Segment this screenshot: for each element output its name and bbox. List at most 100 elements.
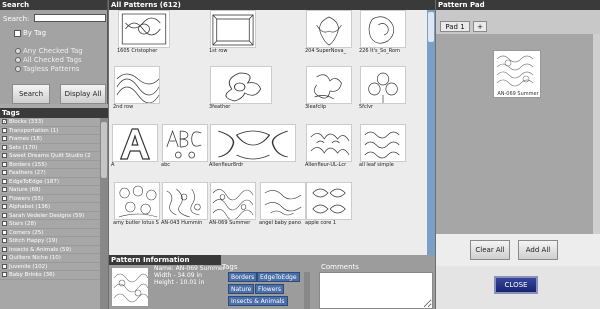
tag-item[interactable]: Nature (68): [0, 186, 100, 195]
pattern-thumbnail-caption: amy butler lotus S: [113, 220, 159, 226]
tag-item[interactable]: Borders (155): [0, 161, 100, 169]
tag-item[interactable]: Stars (28): [0, 220, 100, 229]
radio-any-checked-tag[interactable]: Any Checked Tag: [15, 47, 83, 55]
clear-all-button[interactable]: Clear All: [470, 240, 510, 260]
tag-checkbox[interactable]: [2, 195, 7, 201]
tag-item[interactable]: ✓ Blocks (333): [0, 118, 100, 127]
tag-checkbox[interactable]: ✓: [2, 119, 7, 125]
radio-tagless-patterns[interactable]: Tagless Patterns: [15, 65, 79, 73]
tag-item[interactable]: Stitch Happy (19): [0, 237, 100, 246]
tag-item[interactable]: Baby Brinks (36): [0, 271, 100, 280]
pattern-thumbnail[interactable]: 2nd row: [113, 66, 161, 110]
tag-pill-insects-animals[interactable]: Insects & Animals: [228, 296, 288, 306]
display-all-button[interactable]: Display All: [60, 84, 106, 104]
tag-checkbox[interactable]: [2, 272, 7, 277]
info-tag-pills: Borders EdgeToEdge Nature Flowers Insect…: [226, 272, 301, 309]
pattern-thumbnail[interactable]: apple core 1: [305, 182, 353, 226]
tag-item[interactable]: Flowers (55): [0, 195, 100, 203]
close-area: CLOSE: [436, 266, 600, 309]
pattern-thumbnail[interactable]: Allenfleur-UL-Lcr: [305, 124, 353, 168]
tag-label: Borders (155): [9, 161, 47, 168]
pad-pattern-item[interactable]: AN-069 Summer: [493, 50, 541, 98]
radio-icon[interactable]: [15, 66, 21, 72]
radio-all-checked-tags[interactable]: All Checked Tags: [15, 56, 82, 64]
pattern-thumbnail[interactable]: AN-069 Summer: [209, 182, 257, 226]
tag-item[interactable]: Sarah Vedeler Designs (59): [0, 212, 100, 220]
tag-pill-flowers[interactable]: Flowers: [255, 284, 284, 294]
search-button[interactable]: Search: [12, 84, 50, 104]
tag-label: Juvenile (102): [9, 263, 48, 270]
tag-item[interactable]: Alphabet (136): [0, 203, 100, 212]
tag-item[interactable]: EdgeToEdge (187): [0, 178, 100, 186]
search-title: Search: [0, 0, 107, 10]
pattern-thumbnail-image: [306, 182, 352, 220]
pad-scrollbar[interactable]: [593, 34, 600, 234]
pattern-thumbnail[interactable]: abc: [161, 124, 209, 168]
pattern-info-title: Pattern Information: [109, 255, 221, 265]
tag-pill-borders[interactable]: Borders: [228, 272, 258, 282]
info-tags-scrollbar[interactable]: [304, 272, 310, 309]
tags-scrollbar[interactable]: [100, 118, 108, 309]
pattern-thumbnail[interactable]: 1605 Cristopher: [117, 10, 171, 54]
tag-checkbox[interactable]: [2, 170, 7, 175]
close-button[interactable]: CLOSE: [494, 276, 538, 294]
tag-item[interactable]: Feathers (27): [0, 169, 100, 178]
tag-checkbox[interactable]: [2, 178, 7, 184]
checkbox-icon[interactable]: [14, 29, 21, 37]
tag-checkbox[interactable]: [2, 255, 7, 260]
pattern-thumbnail[interactable]: 3leafclip: [305, 66, 353, 110]
tag-item[interactable]: Frames (18): [0, 135, 100, 144]
pattern-thumbnail[interactable]: A: [111, 124, 159, 168]
pad-buttons: Clear All Add All: [436, 234, 600, 266]
tag-checkbox[interactable]: [2, 246, 7, 252]
pattern-thumbnail[interactable]: angel baby pano: [259, 182, 307, 226]
pattern-thumbnail[interactable]: all leaf simple: [359, 124, 407, 168]
pattern-thumbnail[interactable]: 5fclvr: [359, 66, 407, 110]
pattern-grid-scrollbar[interactable]: [427, 10, 435, 255]
tag-item[interactable]: Quilters Niche (10): [0, 254, 100, 263]
by-tag-checkbox[interactable]: By Tag: [14, 29, 46, 37]
radio-icon[interactable]: [15, 48, 21, 54]
pattern-thumbnail[interactable]: 1st row: [209, 10, 257, 54]
tag-checkbox[interactable]: [2, 127, 7, 133]
tag-item[interactable]: Juvenile (102): [0, 263, 100, 271]
tag-checkbox[interactable]: [2, 263, 7, 269]
tag-checkbox[interactable]: [2, 161, 7, 167]
tag-checkbox[interactable]: [2, 187, 7, 192]
tag-checkbox[interactable]: [2, 153, 7, 158]
tag-checkbox[interactable]: [2, 221, 7, 226]
tag-checkbox[interactable]: [2, 229, 7, 235]
tag-item[interactable]: Sets (170): [0, 144, 100, 152]
tab-pad-1[interactable]: Pad 1 x: [440, 21, 470, 41]
comments-field[interactable]: [319, 272, 433, 309]
pattern-thumbnail[interactable]: 3feather: [209, 66, 273, 110]
pattern-thumbnail[interactable]: Allenfleur8rdr: [209, 124, 297, 168]
tag-checkbox[interactable]: [2, 238, 7, 243]
tag-item[interactable]: Transportation (1): [0, 127, 100, 135]
pattern-grid-scroll-thumb[interactable]: [428, 12, 434, 42]
radio-icon[interactable]: [15, 57, 21, 63]
pattern-thumbnail[interactable]: AN-043 Hummin: [161, 182, 209, 226]
pattern-thumbnail[interactable]: 204 SuperNova_: [305, 10, 353, 54]
tag-item[interactable]: Sweet Dreams Quilt Studio (2: [0, 152, 100, 161]
add-all-button[interactable]: Add All: [518, 240, 558, 260]
tag-checkbox[interactable]: [2, 212, 7, 218]
pattern-thumbnail-caption: AN-043 Hummin: [161, 220, 203, 226]
add-tab-button[interactable]: +: [473, 21, 487, 32]
pattern-thumbnail-caption: 3leafclip: [305, 104, 327, 110]
search-input[interactable]: [34, 14, 106, 22]
tag-item[interactable]: Insects & Animals (59): [0, 246, 100, 254]
pattern-thumbnail-image: [210, 182, 256, 220]
tag-pill-nature[interactable]: Nature: [228, 284, 255, 294]
tag-checkbox[interactable]: [2, 144, 7, 150]
tags-scroll-thumb[interactable]: [101, 122, 107, 178]
tag-item[interactable]: Corners (25): [0, 229, 100, 237]
pattern-thumbnail[interactable]: 226 It's_So_Rom: [359, 10, 407, 54]
pattern-thumbnail-image: [306, 124, 352, 162]
tag-pill-edgetoedge[interactable]: EdgeToEdge: [257, 272, 300, 282]
pattern-thumbnail[interactable]: amy butler lotus S: [113, 182, 161, 226]
pattern-thumbnail-caption: 1st row: [209, 48, 228, 54]
tag-checkbox[interactable]: [2, 204, 7, 209]
pattern-thumbnail-caption: Allenfleur8rdr: [209, 162, 244, 168]
tag-checkbox[interactable]: [2, 136, 7, 141]
